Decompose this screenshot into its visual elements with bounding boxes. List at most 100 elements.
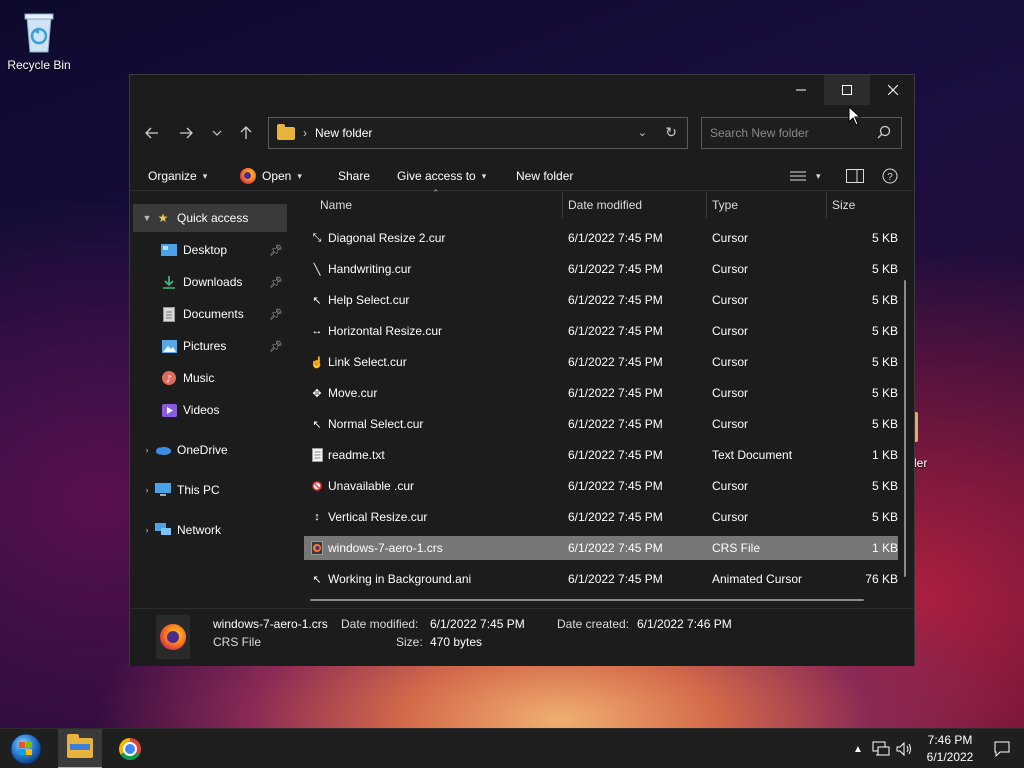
table-row[interactable]: ☝ Link Select.cur 6/1/2022 7:45 PM Curso… (304, 350, 898, 374)
videos-icon (161, 402, 177, 418)
column-header-type[interactable]: Type (712, 192, 738, 218)
file-size: 5 KB (871, 293, 898, 307)
table-row[interactable]: ↕ Vertical Resize.cur 6/1/2022 7:45 PM C… (304, 505, 898, 529)
clock-time: 7:46 PM (927, 733, 973, 747)
chrome-icon (119, 738, 141, 760)
pin-icon[interactable]: 📌︎ (269, 276, 283, 289)
cursor-icon: ☝ (310, 356, 324, 369)
cursor-icon: ⤡ (312, 231, 322, 244)
table-row[interactable]: ↖ Help Select.cur 6/1/2022 7:45 PM Curso… (304, 288, 898, 312)
collapse-icon[interactable]: ▼ (139, 213, 155, 223)
table-row[interactable]: ↔ Horizontal Resize.cur 6/1/2022 7:45 PM… (304, 319, 899, 343)
refresh-icon[interactable]: ↻ (665, 124, 677, 141)
column-divider[interactable] (826, 192, 827, 218)
nav-onedrive[interactable]: › OneDrive (133, 436, 287, 464)
file-name: Help Select.cur (328, 293, 410, 307)
navigation-pane: ▼ ★ Quick access Desktop 📌︎ Downloads 📌︎… (130, 192, 290, 608)
nav-downloads[interactable]: Downloads 📌︎ (133, 268, 287, 296)
address-path[interactable]: New folder (315, 126, 372, 140)
organize-label: Organize (148, 169, 197, 183)
nav-videos[interactable]: Videos (133, 396, 287, 424)
address-dropdown-icon[interactable]: ⌄ (638, 126, 647, 139)
search-box[interactable] (701, 117, 902, 149)
taskbar-clock[interactable]: 7:46 PM 6/1/2022 (912, 732, 988, 766)
file-date: 6/1/2022 7:45 PM (568, 479, 663, 493)
nav-network[interactable]: › Network (133, 516, 287, 544)
nav-documents[interactable]: Documents 📌︎ (133, 300, 287, 328)
table-row[interactable]: ⤡ Diagonal Resize 2.cur 6/1/2022 7:45 PM… (304, 226, 898, 250)
details-size-value: 470 bytes (430, 635, 483, 649)
expand-icon[interactable]: › (139, 445, 155, 455)
close-button[interactable] (870, 75, 916, 105)
search-input[interactable] (710, 126, 870, 140)
horizontal-scrollbar[interactable] (310, 599, 864, 601)
table-row[interactable]: ╲ Handwriting.cur 6/1/2022 7:45 PM Curso… (304, 257, 898, 281)
notification-center-button[interactable] (980, 729, 1024, 768)
taskbar-file-explorer[interactable] (58, 729, 102, 768)
maximize-icon (842, 85, 852, 95)
navigation-bar: › New folder ⌄ ↻ (130, 115, 914, 151)
column-header-date[interactable]: Date modified (568, 192, 642, 218)
cursor-icon: ↖ (312, 418, 322, 431)
table-row[interactable]: Unavailable .cur 6/1/2022 7:45 PM Cursor… (304, 474, 898, 498)
start-button[interactable] (4, 729, 48, 768)
forward-button[interactable] (172, 115, 200, 151)
back-button[interactable] (138, 115, 166, 151)
address-bar[interactable]: › New folder ⌄ ↻ (268, 117, 688, 149)
expand-icon[interactable]: › (139, 485, 155, 495)
column-header-size[interactable]: Size (832, 192, 855, 218)
chevron-right-icon: › (303, 126, 307, 140)
vertical-scrollbar[interactable] (904, 280, 906, 577)
share-button[interactable]: Share (338, 161, 370, 191)
table-row-selected[interactable]: windows-7-aero-1.crs 6/1/2022 7:45 PM CR… (304, 536, 898, 560)
new-folder-button[interactable]: New folder (516, 161, 573, 191)
desktop-icon (161, 242, 177, 258)
maximize-button[interactable] (824, 75, 870, 105)
file-name: readme.txt (328, 448, 385, 462)
nav-label: Quick access (177, 211, 249, 225)
nav-quick-access[interactable]: ▼ ★ Quick access (133, 204, 287, 232)
file-list: ⌃ Name Date modified Type Size ⤡ Diagona… (304, 188, 916, 608)
nav-music[interactable]: ♪ Music (133, 364, 287, 392)
up-button[interactable] (232, 115, 260, 151)
help-button[interactable]: ? (882, 161, 898, 191)
view-menu[interactable]: ▾ (790, 161, 821, 191)
search-icon[interactable] (877, 125, 891, 139)
firefox-file-icon (310, 541, 324, 555)
chevron-down-icon: ▾ (202, 170, 208, 181)
give-access-menu[interactable]: Give access to ▾ (397, 161, 486, 191)
recycle-bin-desktop-icon[interactable]: Recycle Bin (2, 10, 76, 72)
title-bar[interactable] (130, 75, 914, 105)
minimize-button[interactable] (778, 75, 824, 105)
table-row[interactable]: ↖ Normal Select.cur 6/1/2022 7:45 PM Cur… (304, 412, 898, 436)
nav-label: Documents (183, 307, 244, 321)
pin-icon[interactable]: 📌︎ (269, 244, 283, 257)
open-menu[interactable]: Open ▾ (240, 161, 302, 191)
expand-icon[interactable]: › (139, 525, 155, 535)
column-divider[interactable] (562, 192, 563, 218)
nav-this-pc[interactable]: › This PC (133, 476, 287, 504)
table-row[interactable]: readme.txt 6/1/2022 7:45 PM Text Documen… (304, 443, 898, 467)
file-size: 1 KB (871, 541, 898, 555)
file-type: Text Document (712, 448, 793, 462)
file-size: 5 KB (871, 417, 898, 431)
star-icon: ★ (157, 211, 169, 225)
preview-pane-button[interactable] (846, 161, 864, 191)
network-status-icon[interactable] (872, 741, 890, 757)
column-header-name[interactable]: Name (320, 192, 352, 218)
nav-desktop[interactable]: Desktop 📌︎ (133, 236, 287, 264)
column-divider[interactable] (706, 192, 707, 218)
file-date: 6/1/2022 7:45 PM (568, 541, 663, 555)
chevron-down-icon: ▾ (297, 170, 302, 181)
file-size: 5 KB (871, 262, 898, 276)
show-hidden-icons-icon[interactable]: ▲ (850, 744, 866, 755)
recent-locations-button[interactable] (203, 115, 231, 151)
file-date: 6/1/2022 7:45 PM (568, 355, 663, 369)
organize-menu[interactable]: Organize ▾ (148, 161, 207, 191)
table-row[interactable]: ✥ Move.cur 6/1/2022 7:45 PM Cursor 5 KB (304, 381, 898, 405)
pin-icon[interactable]: 📌︎ (269, 340, 283, 353)
nav-pictures[interactable]: Pictures 📌︎ (133, 332, 287, 360)
table-row[interactable]: ↖ Working in Background.ani 6/1/2022 7:4… (304, 567, 898, 591)
taskbar-chrome[interactable] (108, 729, 152, 768)
pin-icon[interactable]: 📌︎ (269, 308, 283, 321)
